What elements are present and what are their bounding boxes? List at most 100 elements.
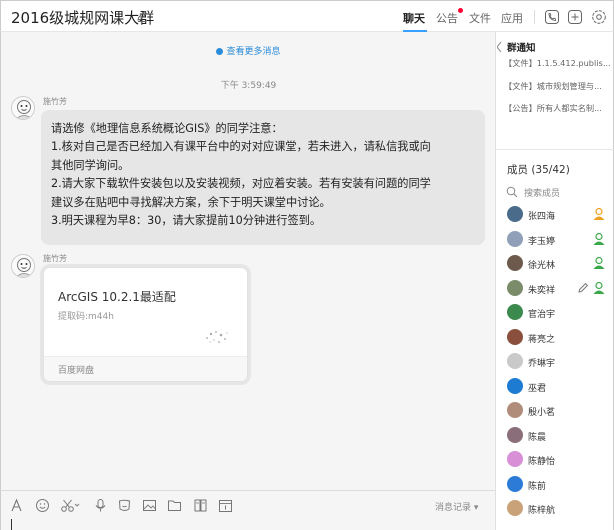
input-toolbar: 消息记录 ▾ <box>0 490 495 530</box>
member-name: 官治宇 <box>528 310 556 320</box>
message-line: 3.明天课程为早8：30，请大家提前10分钟进行签到。 <box>51 214 322 228</box>
member-name: 陈梓航 <box>528 506 556 516</box>
group-admin-icon <box>593 232 605 245</box>
group-admin-icon <box>593 256 605 269</box>
member-name: 乔琳宇 <box>528 359 556 369</box>
member-item[interactable]: 朱奕祥 <box>496 279 613 301</box>
shared-file-name: ArcGIS 10.2.1最适配 <box>58 290 176 304</box>
member-item[interactable]: 殷小茗 <box>496 401 613 423</box>
member-name: 陈静怡 <box>528 457 556 467</box>
notice-item[interactable]: 【文件】1.1.5.412.publis... <box>504 57 612 69</box>
message-bubble[interactable]: 请选修《地理信息系统概论GIS》的同学注意： 1.核对自己是否已经加入有课平台中… <box>41 110 485 245</box>
member-name: 张四海 <box>528 212 556 222</box>
card-footer: 百度网盘 <box>44 356 247 381</box>
voice-icon[interactable] <box>93 498 108 513</box>
cartoon-avatar-icon <box>12 97 34 119</box>
load-more-messages-link[interactable]: 查看更多消息 <box>1 44 496 57</box>
tab-announcement[interactable]: 公告 <box>436 8 463 26</box>
image-icon[interactable] <box>142 498 157 513</box>
member-item[interactable]: 巫君 <box>496 377 613 399</box>
search-placeholder: 搜索成员 <box>524 189 561 199</box>
member-item[interactable]: 陈静怡 <box>496 450 613 472</box>
card-source: 百度网盘 <box>58 366 95 376</box>
emoji-icon[interactable] <box>35 498 50 513</box>
member-avatar <box>507 426 523 443</box>
phone-icon[interactable] <box>544 9 560 25</box>
group-notice-title: 群通知 <box>507 43 536 54</box>
sender-name: 施竹芳 <box>43 254 67 263</box>
member-avatar <box>507 255 523 271</box>
group-owner-icon <box>593 207 605 220</box>
baidu-cloud-icon <box>206 331 228 343</box>
shake-icon[interactable] <box>117 498 132 513</box>
member-item[interactable]: 李玉婷 <box>496 230 613 252</box>
panel-divider <box>496 149 614 150</box>
member-avatar <box>507 304 523 320</box>
member-name: 徐光林 <box>528 261 556 271</box>
add-member-icon[interactable] <box>567 9 583 25</box>
chat-header: 2016级城规网课大群 聊天 公告 文件 应用 <box>0 0 614 32</box>
sender-avatar[interactable] <box>11 254 35 278</box>
member-avatar <box>507 500 523 516</box>
folder-icon[interactable] <box>167 498 182 513</box>
edit-icon[interactable] <box>576 281 590 295</box>
member-name: 陈前 <box>528 481 547 492</box>
member-item[interactable]: 蒋亮之 <box>496 328 613 350</box>
tab-files[interactable]: 文件 <box>469 10 491 26</box>
member-item[interactable]: 张四海 <box>496 205 613 227</box>
member-avatar <box>507 230 523 247</box>
text-input-caret[interactable] <box>11 519 12 530</box>
unread-badge <box>458 8 463 13</box>
header-divider <box>534 10 535 24</box>
shared-link-card[interactable]: ArcGIS 10.2.1最适配 提取码:m44h 百度网盘 <box>43 267 248 382</box>
member-item[interactable]: 官治宇 <box>496 303 613 325</box>
member-name: 蒋亮之 <box>528 334 556 345</box>
member-avatar <box>507 377 523 394</box>
collapse-panel-icon[interactable] <box>497 42 502 52</box>
member-avatar <box>507 279 523 296</box>
message-line: 建议多在贴吧中寻找解决方案，余下于明天课堂中讨论。 <box>51 195 331 209</box>
member-avatar <box>507 328 523 345</box>
member-avatar <box>507 353 523 369</box>
message-history-button[interactable]: 消息记录 ▾ <box>435 500 478 513</box>
members-title: 成员 (35/42) <box>507 164 570 176</box>
member-item[interactable]: 陈前 <box>496 475 613 497</box>
member-avatar <box>507 402 523 418</box>
member-name: 巫君 <box>528 383 547 394</box>
font-icon[interactable] <box>9 498 24 513</box>
notice-item[interactable]: 【公告】所有人都实名制... <box>504 102 612 114</box>
member-item[interactable]: 陈梓航 <box>496 499 613 521</box>
group-title: 2016级城规网课大群 <box>11 9 155 27</box>
message-line: 1.核对自己是否已经加入有课平台中的对对应课堂，若未进入，请私信我或向 <box>51 140 431 154</box>
cartoon-avatar-icon <box>12 255 34 277</box>
member-name: 朱奕祥 <box>528 285 556 296</box>
member-name: 陈晨 <box>528 432 547 443</box>
message-timestamp: 下午 3:59:49 <box>220 81 277 91</box>
member-item[interactable]: 徐光林 <box>496 254 613 276</box>
doc-icon[interactable] <box>193 498 208 513</box>
member-item[interactable]: 乔琳宇 <box>496 352 613 374</box>
tab-chat[interactable]: 聊天 <box>403 10 427 32</box>
member-search-input[interactable]: 搜索成员 <box>506 185 606 201</box>
tab-apps[interactable]: 应用 <box>501 10 523 26</box>
member-item[interactable]: 陈晨 <box>496 426 613 448</box>
sender-name: 施竹芳 <box>43 97 67 106</box>
scissors-icon[interactable] <box>60 498 80 513</box>
group-info-panel: 群通知 【文件】1.1.5.412.publis... 【文件】城市规划管理与.… <box>495 32 614 530</box>
member-avatar <box>507 451 523 467</box>
calendar-icon[interactable] <box>218 498 233 513</box>
edit-icon[interactable] <box>135 9 149 23</box>
member-name: 殷小茗 <box>528 408 556 418</box>
group-admin-icon <box>593 281 605 294</box>
member-avatar <box>507 206 523 222</box>
message-line: 其他同学询问。 <box>51 158 130 172</box>
search-icon <box>506 186 518 198</box>
settings-icon[interactable] <box>591 9 607 25</box>
extraction-code: 提取码:m44h <box>58 312 114 322</box>
message-line: 请选修《地理信息系统概论GIS》的同学注意： <box>51 122 283 135</box>
notice-item[interactable]: 【文件】城市规划管理与... <box>504 80 612 92</box>
member-name: 李玉婷 <box>528 236 556 247</box>
sender-avatar[interactable] <box>11 96 35 120</box>
member-avatar <box>507 475 523 492</box>
chat-message-area[interactable]: 查看更多消息 下午 3:59:49 施竹芳 请选修《地理信息系统概论GIS》的同… <box>0 32 495 490</box>
